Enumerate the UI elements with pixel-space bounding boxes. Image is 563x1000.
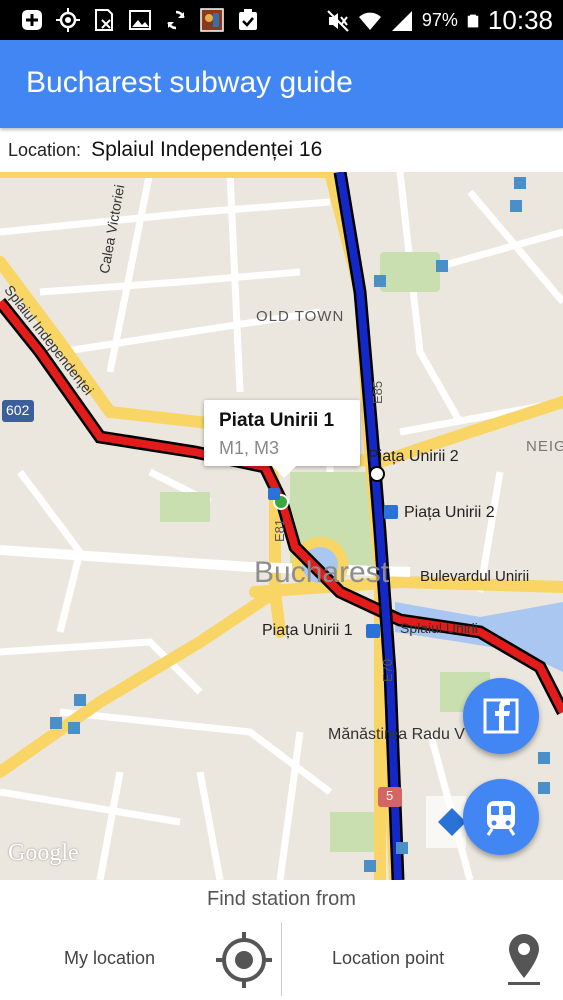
label-road-e81: E81	[272, 518, 287, 542]
facebook-icon	[483, 698, 519, 734]
add-icon	[22, 10, 42, 30]
app-thumbnail-icon	[200, 8, 224, 32]
label-road-e70: E70	[380, 658, 395, 682]
crosshair-icon	[216, 932, 272, 988]
sync-icon	[167, 10, 185, 30]
my-location-label: My location	[64, 948, 156, 968]
image-icon	[129, 10, 151, 30]
battery-icon	[467, 14, 479, 27]
label-piata-unirii-1: Piața Unirii 1	[262, 622, 353, 639]
location-point-button[interactable]: Location point	[282, 918, 563, 1000]
bottom-actions: My location Location point	[0, 918, 563, 1000]
wifi-icon	[358, 12, 381, 30]
my-location-button[interactable]: My location	[0, 918, 281, 1000]
app-bar: Bucharest subway guide	[0, 40, 563, 128]
clipboard-check-icon	[239, 9, 257, 30]
app-title: Bucharest subway guide	[26, 66, 353, 99]
map-view[interactable]: OLD TOWN Calea Victoriei Splaiul Indepen…	[0, 172, 563, 880]
label-piata-unirii-2-top: Piața Unirii 2	[368, 448, 459, 465]
mute-icon	[327, 9, 349, 32]
status-right: 97% 10:38	[326, 5, 553, 36]
label-road-602: 602	[6, 402, 30, 418]
label-road-5: 5	[386, 788, 394, 803]
facebook-button[interactable]	[463, 678, 539, 754]
gps-icon	[56, 8, 80, 32]
subway-button[interactable]	[463, 779, 539, 855]
label-bulevardul-unirii: Bulevardul Unirii	[420, 568, 530, 585]
subway-icon	[486, 801, 516, 836]
google-logo: Google	[8, 840, 79, 866]
signal-icon	[391, 10, 412, 31]
no-sim-icon	[95, 9, 113, 31]
station-lines: M1, M3	[219, 438, 280, 458]
label-road-e85: E85	[370, 380, 385, 404]
location-bar[interactable]: Location: Splaiul Independenței 16	[0, 128, 563, 172]
label-neig: NEIG	[526, 438, 563, 455]
label-splaiul-unirii: Splaiul Unirii	[400, 620, 478, 636]
label-manastirea: Mănăstirea Radu V	[328, 726, 465, 743]
battery-percent: 97%	[421, 10, 458, 30]
notification-icons	[20, 8, 260, 32]
status-bar: 97% 10:38	[0, 0, 563, 40]
find-station-label: Find station from	[207, 888, 356, 910]
station-name: Piata Unirii 1	[219, 410, 335, 431]
label-bucharest: Bucharest	[254, 556, 390, 589]
station-info-window[interactable]: Piata Unirii 1 M1, M3	[204, 400, 360, 478]
location-label: Location:	[8, 139, 82, 160]
clock: 10:38	[487, 5, 553, 35]
label-old-town: OLD TOWN	[256, 308, 345, 325]
map-pin-icon	[508, 934, 540, 985]
label-piata-unirii-2: Piața Unirii 2	[404, 504, 495, 521]
location-value[interactable]: Splaiul Independenței 16	[91, 138, 322, 162]
find-station-header: Find station from	[0, 880, 563, 920]
location-point-label: Location point	[332, 948, 445, 968]
station-marker-piata-unirii-2[interactable]	[369, 466, 385, 482]
